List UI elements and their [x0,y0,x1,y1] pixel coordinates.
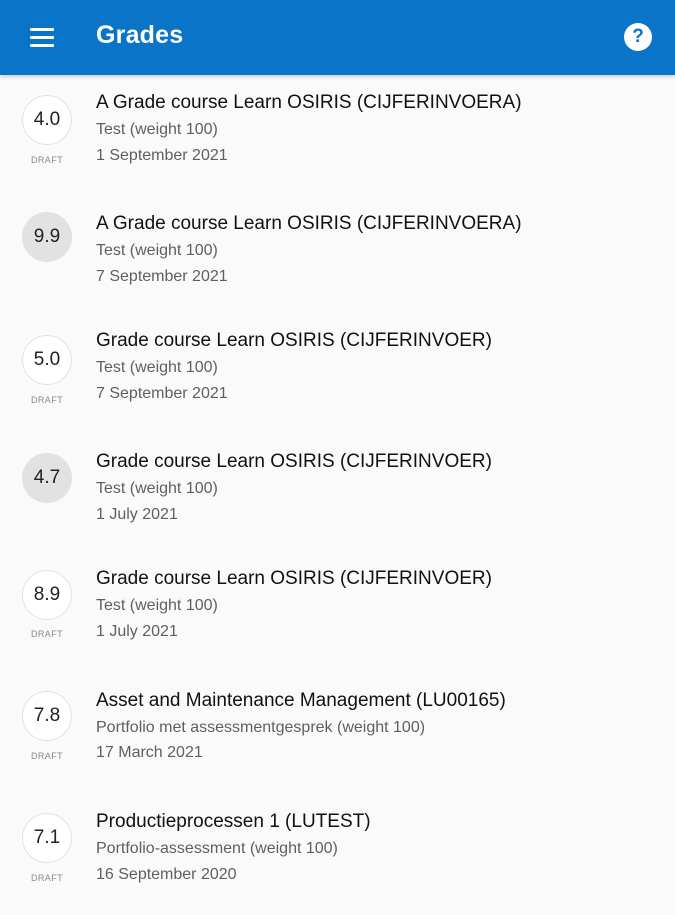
grades-list: 4.0 DRAFT A Grade course Learn OSIRIS (C… [0,75,675,915]
course-title: A Grade course Learn OSIRIS (CIJFERINVOE… [96,92,522,113]
draft-label: DRAFT [31,395,63,405]
grade-badge: 7.8 [22,691,72,741]
grade-date: 17 March 2021 [96,744,203,761]
grade-row[interactable]: 4.0 DRAFT A Grade course Learn OSIRIS (C… [0,75,675,195]
test-description: Test (weight 100) [96,597,218,614]
draft-label: DRAFT [31,873,63,883]
grade-badge: 7.1 [22,813,72,863]
draft-label: DRAFT [31,629,63,639]
course-title: Grade course Learn OSIRIS (CIJFERINVOER) [96,330,492,351]
grade-date: 1 July 2021 [96,623,178,640]
course-title: Productieprocessen 1 (LUTEST) [96,811,371,832]
grade-date: 1 July 2021 [96,506,178,523]
grade-row[interactable]: 8.9 DRAFT Grade course Learn OSIRIS (CIJ… [0,555,675,675]
grade-row[interactable]: 4.7 Grade course Learn OSIRIS (CIJFERINV… [0,435,675,555]
grade-date: 1 September 2021 [96,147,228,164]
test-description: Test (weight 100) [96,480,218,497]
page-title: Grades [96,21,184,49]
hamburger-menu-icon[interactable] [28,26,58,48]
grade-date: 7 September 2021 [96,385,228,402]
grade-badge: 4.0 [22,95,72,145]
course-title: Grade course Learn OSIRIS (CIJFERINVOER) [96,568,492,589]
test-description: Test (weight 100) [96,242,218,259]
grade-row[interactable]: 7.1 DRAFT Productieprocessen 1 (LUTEST) … [0,795,675,915]
grade-badge: 9.9 [22,212,72,262]
course-title: Asset and Maintenance Management (LU0016… [96,690,506,711]
grade-date: 7 September 2021 [96,268,228,285]
grade-row[interactable]: 7.8 DRAFT Asset and Maintenance Manageme… [0,675,675,795]
grade-row[interactable]: 5.0 DRAFT Grade course Learn OSIRIS (CIJ… [0,315,675,435]
grade-badge: 4.7 [22,453,72,503]
app-bar: Grades ? [0,0,675,75]
test-description: Test (weight 100) [96,359,218,376]
course-title: Grade course Learn OSIRIS (CIJFERINVOER) [96,451,492,472]
grade-date: 16 September 2020 [96,866,237,883]
course-title: A Grade course Learn OSIRIS (CIJFERINVOE… [96,213,522,234]
test-description: Test (weight 100) [96,121,218,138]
help-circle-icon[interactable]: ? [624,23,652,51]
test-description: Portfolio-assessment (weight 100) [96,840,338,857]
grade-badge: 5.0 [22,335,72,385]
grade-row[interactable]: 9.9 A Grade course Learn OSIRIS (CIJFERI… [0,195,675,315]
test-description: Portfolio met assessmentgesprek (weight … [96,719,426,736]
draft-label: DRAFT [31,751,63,761]
grade-badge: 8.9 [22,570,72,620]
draft-label: DRAFT [31,155,63,165]
